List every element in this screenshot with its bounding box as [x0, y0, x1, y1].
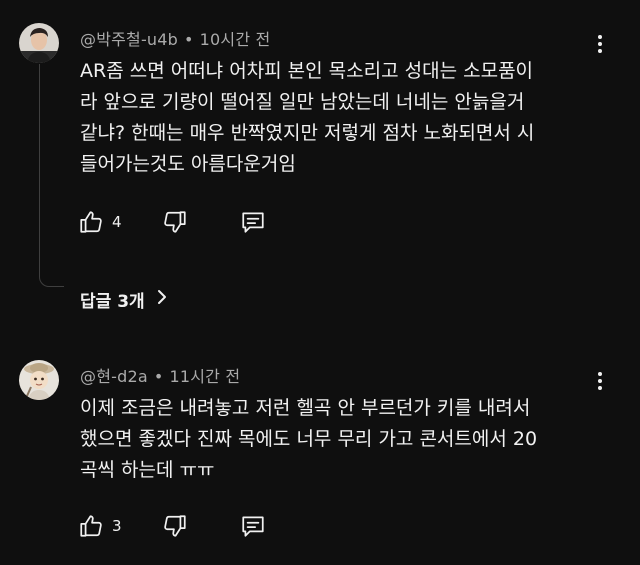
reply-button[interactable]	[240, 207, 266, 237]
dislike-button[interactable]	[162, 511, 188, 541]
author-handle[interactable]: @현-d2a	[80, 367, 148, 386]
comment-actions: 3	[78, 511, 266, 541]
dislike-button[interactable]	[162, 207, 188, 237]
reply-icon	[240, 513, 266, 539]
comment-line: AR좀 쓰면 어떠냐 어차피 본인 목소리고 성대는 소모품이	[80, 60, 534, 82]
comment-line: 같냐? 한때는 매우 반짝였지만 저렇게 점차 노화되면서 시	[80, 122, 535, 144]
comment-line: 곡씩 하는데 ㅠㅠ	[80, 459, 215, 481]
comment-time[interactable]: 11시간 전	[169, 367, 240, 386]
comment-meta: @현-d2a • 11시간 전	[80, 367, 241, 386]
avatar[interactable]	[19, 360, 59, 400]
like-button[interactable]: 3	[78, 511, 162, 541]
comment-text: 이제 조금은 내려놓고 저런 헬곡 안 부르던가 키를 내려서 했으면 좋겠다 …	[80, 393, 610, 486]
reply-icon	[240, 209, 266, 235]
view-replies-button[interactable]: 답글 3개	[80, 287, 169, 312]
comment-time[interactable]: 10시간 전	[200, 30, 271, 49]
thumbs-down-icon	[162, 209, 188, 235]
comment-line: 했으면 좋겠다 진짜 목에도 너무 무리 가고 콘서트에서 20	[80, 428, 538, 450]
comment-text: AR좀 쓰면 어떠냐 어차피 본인 목소리고 성대는 소모품이 라 앞으로 기량…	[80, 56, 610, 180]
author-handle[interactable]: @박주철-u4b	[80, 30, 178, 49]
like-count: 3	[112, 517, 122, 535]
comment-line: 이제 조금은 내려놓고 저런 헬곡 안 부르던가 키를 내려서	[80, 397, 531, 419]
like-button[interactable]: 4	[78, 207, 162, 237]
thumbs-down-icon	[162, 513, 188, 539]
more-vert-icon[interactable]	[588, 369, 612, 393]
comment-line: 들어가는것도 아름다운거임	[80, 153, 296, 175]
thumbs-up-icon	[78, 209, 104, 235]
comment-meta: @박주철-u4b • 10시간 전	[80, 30, 271, 49]
avatar[interactable]	[19, 23, 59, 63]
thread-connector	[39, 64, 64, 287]
more-vert-icon[interactable]	[588, 32, 612, 56]
replies-label: 답글 3개	[80, 292, 145, 312]
reply-button[interactable]	[240, 511, 266, 541]
thumbs-up-icon	[78, 513, 104, 539]
comment-line: 라 앞으로 기량이 떨어질 일만 남았는데 너네는 안늙을거	[80, 91, 525, 113]
chevron-right-icon	[145, 289, 169, 310]
like-count: 4	[112, 213, 122, 231]
comment-actions: 4	[78, 207, 266, 237]
